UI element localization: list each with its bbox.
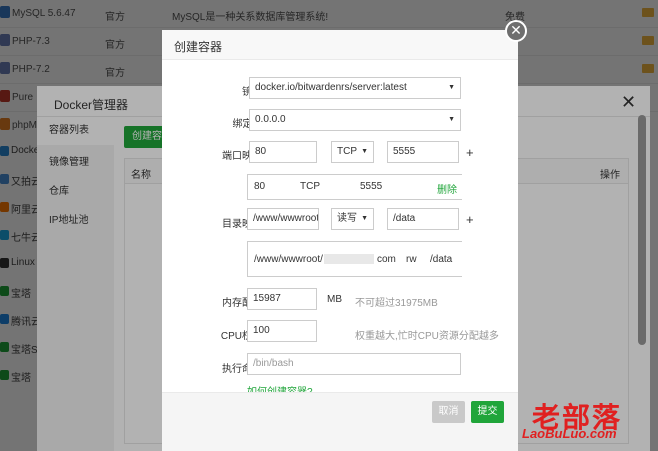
dir-map-list: /www/wwwroot/ com rw /data bbox=[247, 241, 462, 277]
delete-port-link[interactable]: 删除 bbox=[437, 181, 457, 196]
port-entry-host: 80 bbox=[254, 181, 266, 192]
command-input[interactable]: /bin/bash bbox=[247, 353, 461, 375]
caret-down-icon: ▼ bbox=[448, 116, 455, 123]
close-icon[interactable]: ✕ bbox=[505, 20, 527, 42]
dir-entry-container: /data bbox=[430, 254, 453, 265]
memory-hint: 不可超过31975MB bbox=[355, 298, 438, 309]
port-entry-container: 5555 bbox=[360, 181, 383, 192]
container-path-input[interactable]: /data bbox=[387, 208, 459, 230]
memory-unit: MB bbox=[327, 294, 342, 305]
create-container-modal: 创建容器 镜像 docker.io/bitwardenrs/server:lat… bbox=[162, 30, 518, 451]
port-map-list: 80 TCP 5555 删除 bbox=[247, 174, 462, 200]
cpu-hint: 权重越大,忙时CPU资源分配越多 bbox=[355, 331, 499, 342]
modal-footer: 取消 提交 bbox=[162, 392, 518, 451]
watermark-en: LaoBuLuo.com bbox=[522, 426, 617, 441]
modal-header: 创建容器 bbox=[162, 30, 518, 60]
cancel-button[interactable]: 取消 bbox=[432, 401, 465, 423]
modal-title: 创建容器 bbox=[174, 40, 223, 54]
caret-down-icon: ▼ bbox=[448, 84, 455, 91]
dir-entry-mode: rw bbox=[406, 254, 417, 265]
add-dir-icon[interactable]: + bbox=[466, 212, 474, 227]
bind-ip-select[interactable]: 0.0.0.0 ▼ bbox=[249, 109, 461, 131]
image-select[interactable]: docker.io/bitwardenrs/server:latest ▼ bbox=[249, 77, 461, 99]
host-port-input[interactable]: 80 bbox=[249, 141, 317, 163]
dir-entry-host-suffix: com bbox=[377, 254, 396, 265]
mode-select[interactable]: 读写 ▼ bbox=[331, 208, 374, 230]
dir-entry-host: /www/wwwroot/ bbox=[254, 254, 323, 265]
host-path-input[interactable]: /www/wwwroot/ bbox=[247, 208, 319, 230]
add-port-icon[interactable]: + bbox=[466, 145, 474, 160]
watermark-logo: 老部落 LaoBuLuo.com bbox=[518, 396, 658, 451]
memory-input[interactable]: 15987 bbox=[247, 288, 317, 310]
cpu-input[interactable]: 100 bbox=[247, 320, 317, 342]
container-port-input[interactable]: 5555 bbox=[387, 141, 459, 163]
caret-down-icon: ▼ bbox=[361, 148, 368, 155]
submit-button[interactable]: 提交 bbox=[471, 401, 504, 423]
protocol-select[interactable]: TCP ▼ bbox=[331, 141, 374, 163]
redacted-text bbox=[324, 254, 374, 264]
port-entry-protocol: TCP bbox=[300, 181, 320, 192]
caret-down-icon: ▼ bbox=[361, 215, 368, 222]
